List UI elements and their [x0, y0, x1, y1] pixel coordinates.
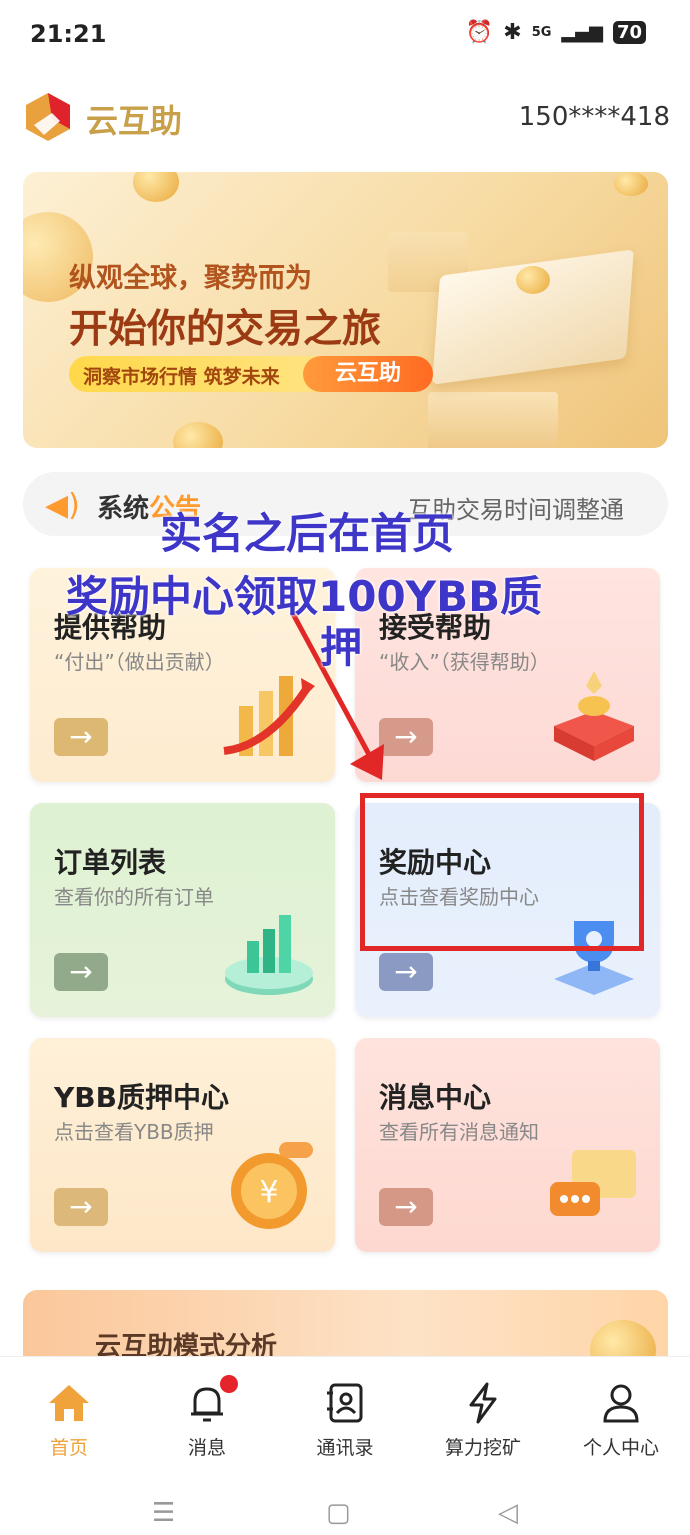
card-subtitle: “付出”（做出贡献） — [54, 650, 225, 674]
menu-icon[interactable]: ☰ — [152, 1498, 175, 1528]
alarm-icon: ⏰ — [465, 20, 494, 45]
banner-pill-button[interactable]: 云互助 — [303, 356, 433, 392]
tab-mining[interactable]: 算力挖矿 — [414, 1357, 552, 1466]
card-subtitle: “收入”（获得帮助） — [379, 650, 550, 674]
arrow-right-icon[interactable]: → — [54, 718, 108, 756]
highlight-box — [360, 793, 644, 951]
card-title: YBB质押中心 — [54, 1081, 229, 1114]
tab-label: 通讯录 — [316, 1437, 374, 1459]
status-bar: 21:21 ⏰ ✱ 5G ▂▄▆ 70 — [0, 0, 690, 70]
app-header: 云互助 150****418 — [22, 88, 670, 148]
tab-label: 算力挖矿 — [444, 1437, 521, 1459]
lightning-icon — [469, 1382, 497, 1424]
arrow-right-icon[interactable]: → — [379, 1188, 433, 1226]
chart-podium-icon — [225, 915, 313, 995]
yuan-coin-icon: ¥ — [231, 1142, 313, 1229]
app-logo-icon — [26, 93, 70, 141]
contacts-icon — [327, 1383, 363, 1423]
home-square-icon[interactable]: ▢ — [326, 1498, 351, 1528]
banner-pill: 洞察市场行情 筑梦未来 云互助 — [69, 356, 433, 392]
card-order-list[interactable]: 订单列表 查看你的所有订单 → — [30, 803, 335, 1017]
block-decoration — [428, 392, 558, 448]
annotation-text-line2: 奖励中心领取100YBB质 — [66, 572, 543, 621]
annotation-text-line1: 实名之后在首页 — [160, 509, 455, 558]
banner-title: 开始你的交易之旅 — [69, 307, 382, 352]
card-ybb-staking[interactable]: YBB质押中心 点击查看YBB质押 → ¥ — [30, 1038, 335, 1252]
back-icon[interactable]: ◁ — [498, 1498, 518, 1528]
annotation-text-line3: 押 — [320, 623, 363, 672]
tab-contacts[interactable]: 通讯录 — [276, 1357, 414, 1466]
status-icons: ⏰ ✱ 5G ▂▄▆ 70 — [466, 20, 646, 45]
network-label: 5G — [531, 25, 552, 40]
system-nav-bar: ☰ ▢ ◁ — [0, 1480, 690, 1535]
coin-decoration — [516, 266, 550, 294]
arrow-right-icon[interactable]: → — [379, 953, 433, 991]
tab-home[interactable]: 首页 — [0, 1357, 138, 1466]
coin-decoration — [133, 172, 179, 202]
home-icon — [49, 1385, 89, 1421]
user-phone: 150****418 — [518, 102, 670, 132]
banner-pill-text: 洞察市场行情 筑梦未来 — [83, 366, 280, 388]
banner-subtitle: 纵观全球，聚势而为 — [69, 263, 312, 294]
bar-chart-growth-icon — [223, 676, 315, 756]
card-subtitle: 点击查看YBB质押 — [54, 1120, 214, 1144]
speaker-icon: ◀) — [45, 488, 80, 523]
promo-banner[interactable]: 纵观全球，聚势而为 开始你的交易之旅 洞察市场行情 筑梦未来 云互助 — [23, 172, 668, 448]
arrow-right-icon[interactable]: → — [54, 953, 108, 991]
coin-decoration — [173, 422, 223, 448]
tab-label: 首页 — [49, 1437, 88, 1459]
signal-icon: ▂▄▆ — [561, 22, 603, 43]
gift-box-icon — [554, 671, 634, 761]
coin-decoration — [614, 172, 648, 196]
svg-text:¥: ¥ — [259, 1175, 278, 1210]
card-subtitle: 查看你的所有订单 — [54, 885, 214, 909]
unread-badge — [220, 1375, 238, 1393]
arrow-right-icon[interactable]: → — [379, 718, 433, 756]
tab-label: 个人中心 — [582, 1437, 659, 1459]
app-name: 云互助 — [86, 102, 183, 140]
tab-label: 消息 — [187, 1437, 226, 1459]
tab-messages[interactable]: 消息 — [138, 1357, 276, 1466]
status-time: 21:21 — [30, 20, 107, 48]
card-subtitle: 查看所有消息通知 — [379, 1120, 539, 1144]
card-title: 消息中心 — [379, 1081, 492, 1114]
bottom-tab-bar: 首页 消息 通讯录 算力挖矿 个人中心 — [0, 1356, 690, 1466]
card-message-center[interactable]: 消息中心 查看所有消息通知 → — [355, 1038, 660, 1252]
chat-bubble-icon — [550, 1150, 636, 1216]
user-icon — [603, 1384, 639, 1423]
card-title: 订单列表 — [54, 846, 167, 879]
battery-level: 70 — [612, 21, 646, 44]
tab-profile[interactable]: 个人中心 — [552, 1357, 690, 1466]
arrow-right-icon[interactable]: → — [54, 1188, 108, 1226]
bluetooth-icon: ✱ — [503, 20, 522, 45]
